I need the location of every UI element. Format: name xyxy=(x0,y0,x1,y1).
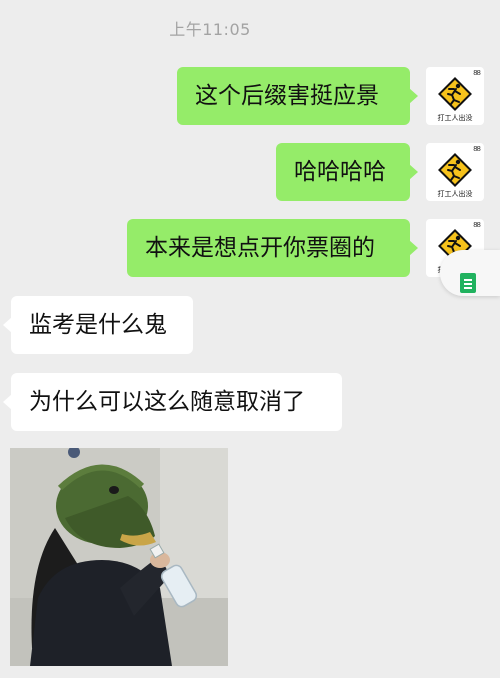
floating-widget[interactable] xyxy=(440,250,500,296)
self-avatar[interactable]: 88 打工人出没 xyxy=(426,67,484,125)
image-message[interactable] xyxy=(10,448,228,666)
received-message-bubble[interactable]: 为什么可以这么随意取消了 xyxy=(3,373,342,431)
self-avatar[interactable]: 88 打工人出没 xyxy=(426,143,484,201)
sent-message-bubble[interactable]: 哈哈哈哈 xyxy=(276,143,418,201)
received-message-bubble[interactable]: 监考是什么鬼 xyxy=(3,296,193,354)
warning-sign-icon xyxy=(438,153,472,187)
fish-mask-person-image xyxy=(10,448,228,666)
sent-message-bubble[interactable]: 这个后缀害挺应景 xyxy=(177,67,418,125)
avatar-caption: 打工人出没 xyxy=(437,114,473,122)
sent-message-bubble[interactable]: 本来是想点开你票圈的 xyxy=(127,219,418,277)
avatar-caption: 打工人出没 xyxy=(437,190,473,198)
message-timestamp: 上午11:05 xyxy=(169,20,251,39)
warning-sign-icon xyxy=(438,77,472,111)
document-icon xyxy=(460,273,476,293)
